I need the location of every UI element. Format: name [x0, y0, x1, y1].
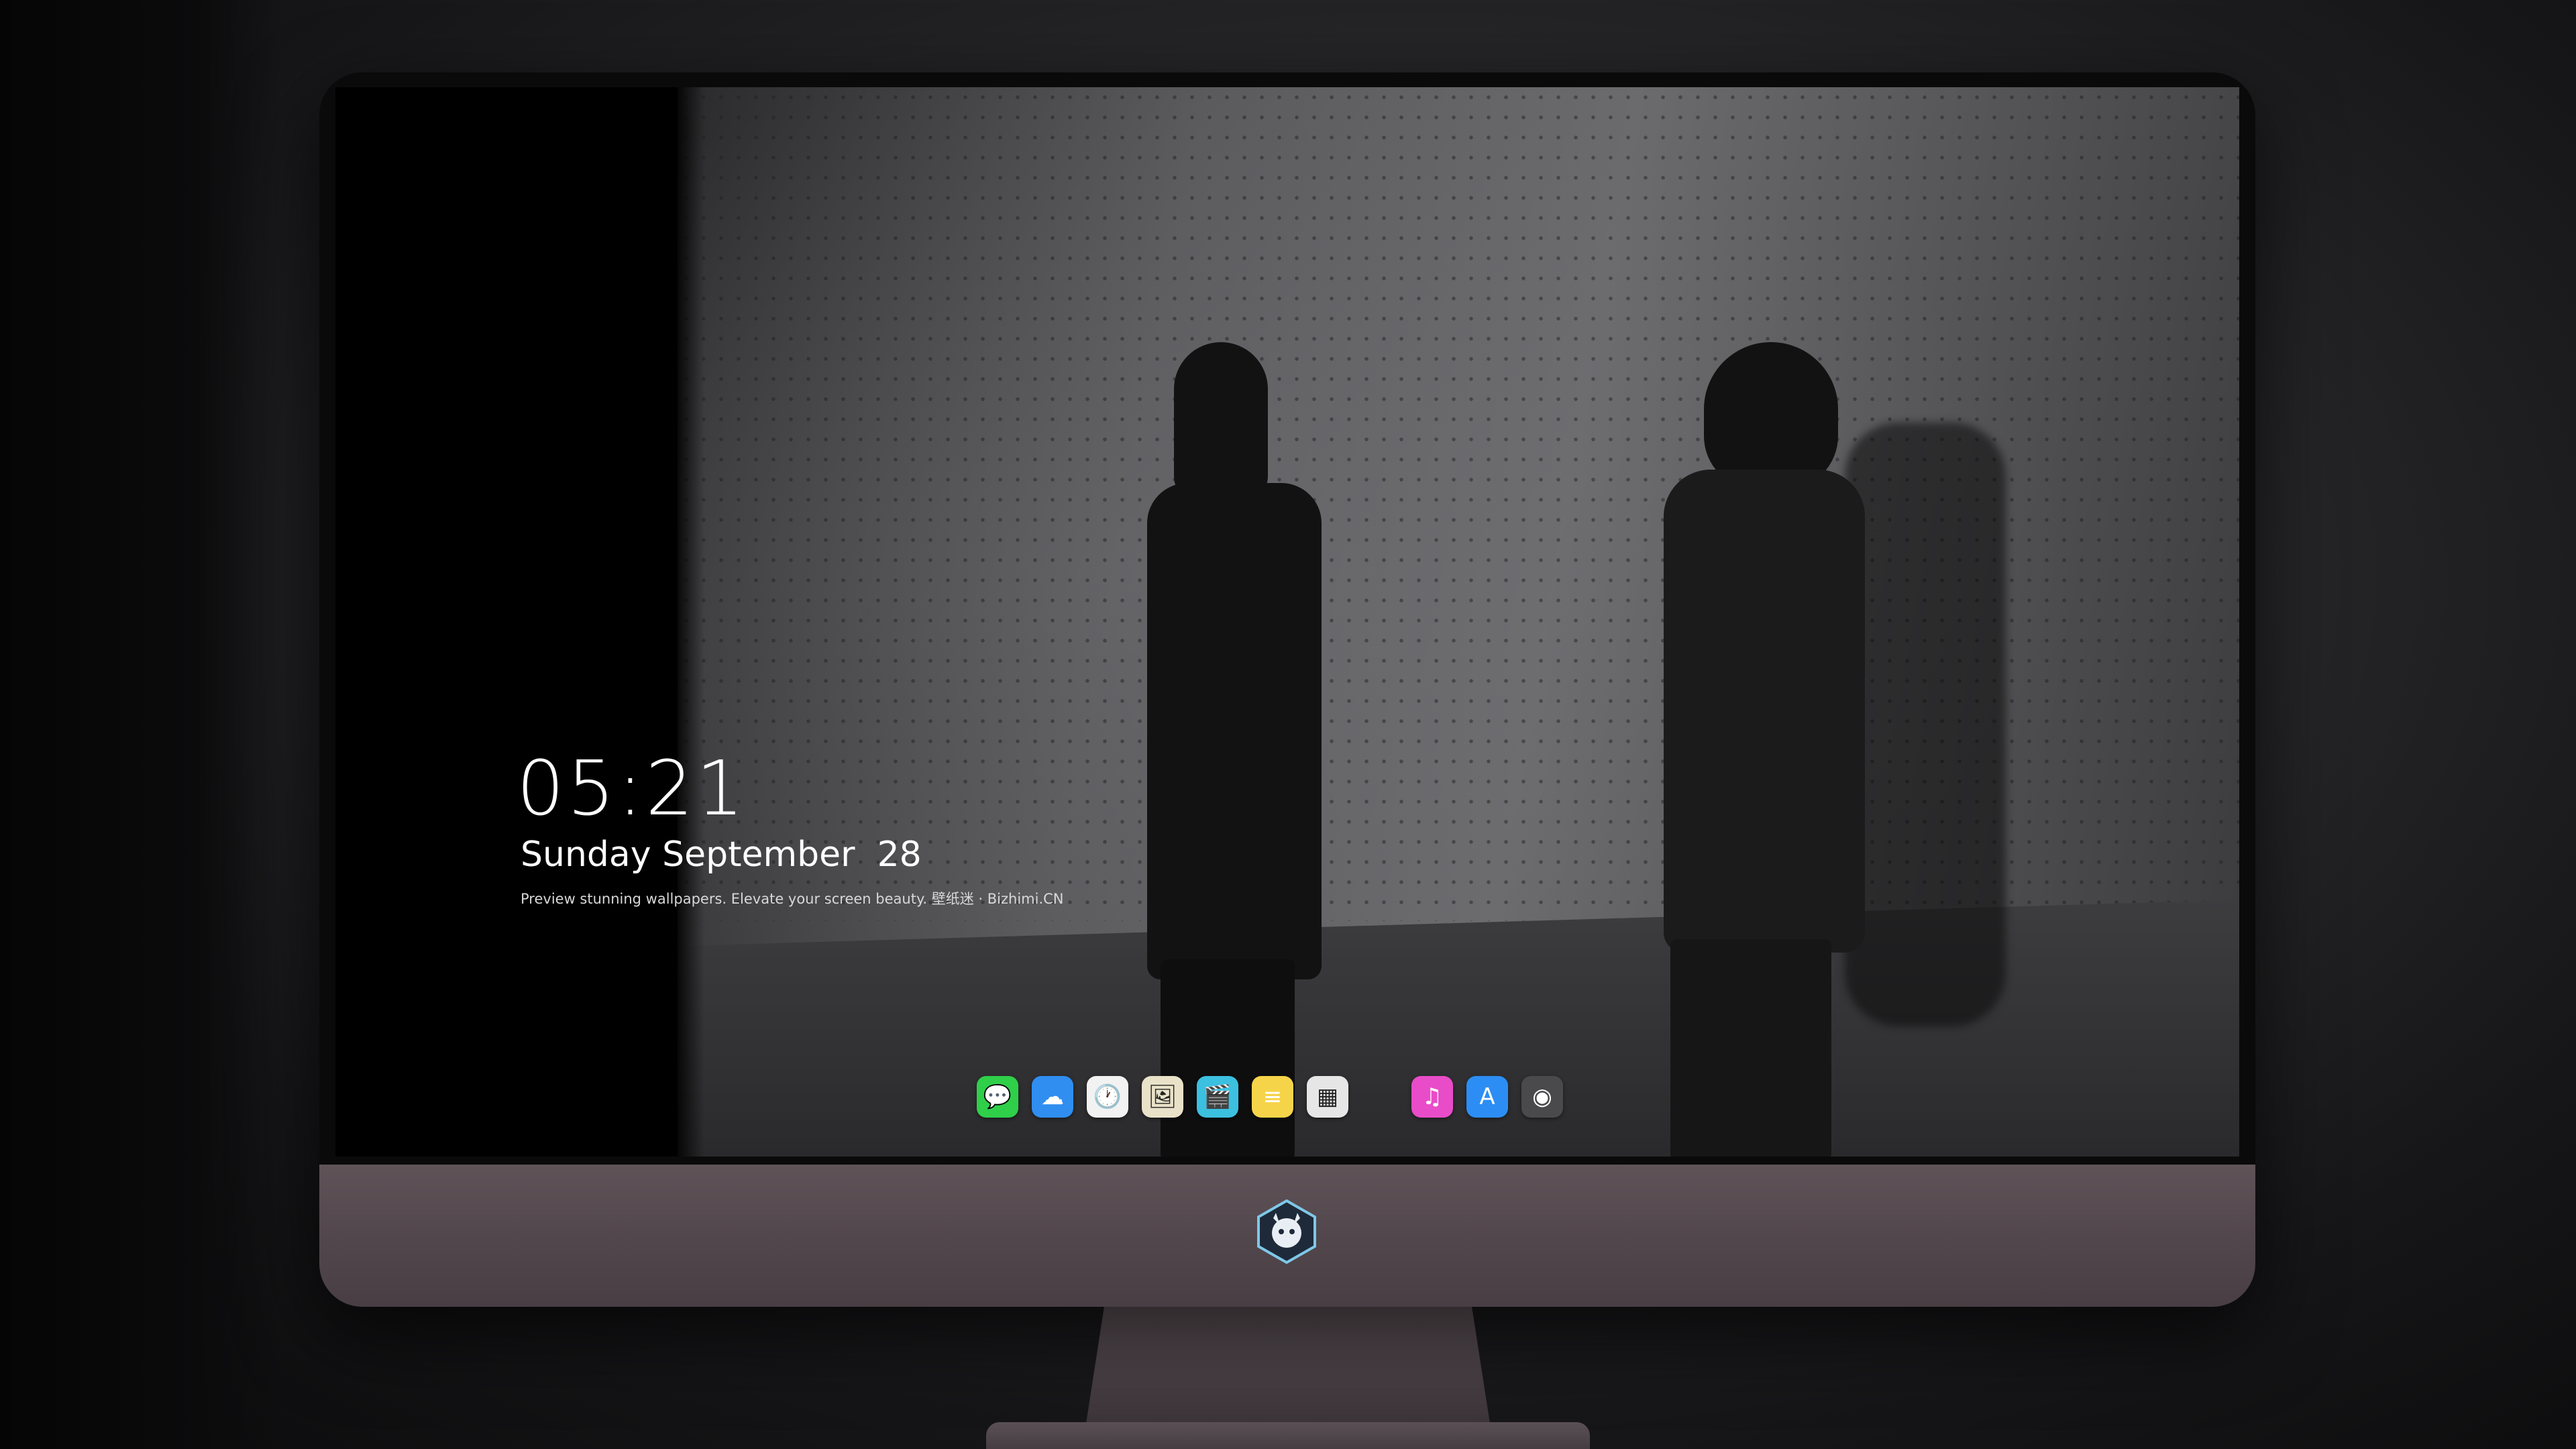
- lockscreen-date: Sunday September 28: [521, 835, 922, 875]
- screen: 05:21 Sunday September 28 Preview stunni…: [335, 87, 2239, 1157]
- monitor: 05:21 Sunday September 28 Preview stunni…: [319, 72, 2255, 1307]
- dock-separator: [1362, 1076, 1398, 1118]
- weather-icon[interactable]: ☁: [1032, 1076, 1073, 1118]
- brand-logo-icon: [1257, 1199, 1316, 1265]
- preview-icon[interactable]: 🖼: [1142, 1076, 1183, 1118]
- notes-icon[interactable]: ≡: [1252, 1076, 1293, 1118]
- wallpaper: [678, 87, 2239, 1157]
- figure-shadow: [1845, 423, 2006, 1026]
- dock: 💬 ☁ 🕐 🖼 🎬 ≡ ▦ ♫ A ◉: [966, 1067, 1597, 1127]
- music-icon[interactable]: ♫: [1411, 1076, 1453, 1118]
- wallpaper-edge-shadow: [678, 87, 704, 1157]
- camera-icon[interactable]: ◉: [1521, 1076, 1563, 1118]
- app-store-icon[interactable]: A: [1466, 1076, 1508, 1118]
- messages-icon[interactable]: 💬: [977, 1076, 1018, 1118]
- lockscreen-time: 05:21: [517, 745, 747, 833]
- photo-booth-icon[interactable]: ▦: [1307, 1076, 1348, 1118]
- clock-icon[interactable]: 🕐: [1087, 1076, 1128, 1118]
- silhouette-figure-right-legs: [1670, 939, 1831, 1157]
- lockscreen-tagline: Preview stunning wallpapers. Elevate you…: [521, 891, 1064, 907]
- silhouette-figure-left: [1147, 483, 1322, 979]
- final-cut-icon[interactable]: 🎬: [1197, 1076, 1238, 1118]
- silhouette-figure-right: [1664, 470, 1865, 953]
- desktop-background: 05:21 Sunday September 28 Preview stunni…: [0, 0, 2576, 1449]
- silhouette-figure-right-head: [1704, 342, 1838, 490]
- monitor-stand-base: [986, 1422, 1590, 1449]
- silhouette-figure-left-head: [1174, 342, 1268, 503]
